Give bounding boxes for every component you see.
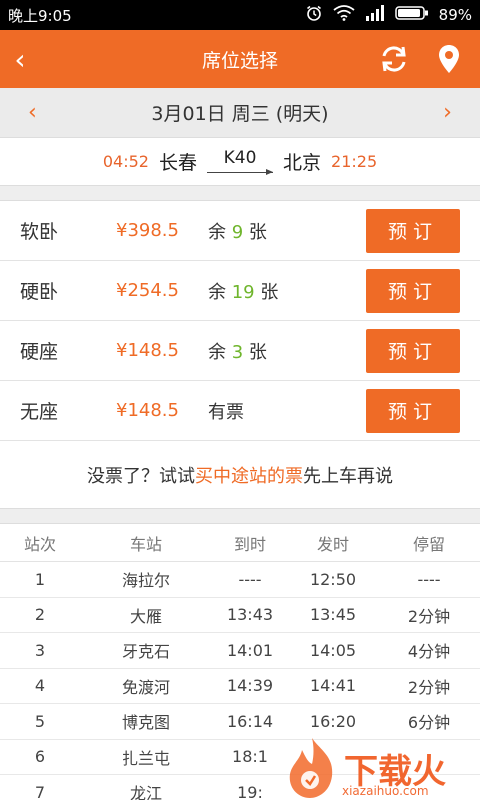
- seat-remaining: 余 3 张: [208, 341, 267, 363]
- app-bar: ‹ 席位选择: [0, 30, 480, 88]
- date-bar: ‹ 3月01日 周三 (明天) ›: [0, 88, 480, 138]
- seat-type: 硬座: [20, 341, 59, 363]
- seat-row-hard-sleeper: 硬卧 ¥254.5 余 19 张 预订: [0, 261, 480, 321]
- status-time: 晚上9:05: [8, 6, 72, 25]
- app-bar-actions: [378, 43, 480, 75]
- divider: [0, 509, 480, 523]
- header-stay: 停留: [412, 534, 445, 554]
- header-depart: 发时: [316, 534, 349, 554]
- battery-level: 89%: [438, 6, 472, 24]
- stop-table-header: 站次 车站 到时 发时 停留: [0, 524, 480, 562]
- train-number: K40: [207, 148, 273, 176]
- from-station: 长春: [158, 152, 197, 174]
- tip-text-before: 没票了？试试: [87, 465, 195, 487]
- train-summary: 04:52 长春 K40 北京 21:25: [0, 138, 480, 186]
- direction-arrow-icon: [207, 168, 273, 176]
- battery-icon: [394, 5, 429, 25]
- seat-row-standing: 无座 ¥148.5 有票 预订: [0, 381, 480, 441]
- alarm-icon: [305, 4, 323, 26]
- status-bar: 晚上9:05 89%: [0, 0, 480, 30]
- table-row: 4 免渡河 14:39 14:41 2分钟: [0, 669, 480, 704]
- signal-icon: [365, 5, 385, 25]
- seat-remaining: 余 19 张: [208, 281, 279, 303]
- status-icons: 89%: [305, 4, 472, 26]
- seat-price: ¥148.5: [116, 400, 179, 421]
- seat-remaining: 有票: [208, 401, 244, 423]
- table-row: 3 牙克石 14:01 14:05 4分钟: [0, 633, 480, 669]
- stop-table: 站次 车站 到时 发时 停留 1 海拉尔 ---- 12:50 ---- 2 大雁 13:4…: [0, 523, 480, 800]
- train-code: K40: [223, 147, 257, 168]
- book-button[interactable]: 预订: [366, 388, 460, 433]
- seat-list: 软卧 ¥398.5 余 9 张 预订 硬卧 ¥254.5 余 19 张 预订 硬…: [0, 200, 480, 441]
- table-row: 5 博克图 16:14 16:20 6分钟: [0, 704, 480, 740]
- header-arrive: 到时: [233, 534, 266, 554]
- next-day-icon[interactable]: ›: [443, 100, 452, 125]
- midway-ticket-link[interactable]: 买中途站的票: [195, 462, 303, 488]
- divider: [0, 186, 480, 200]
- book-button[interactable]: 预订: [366, 208, 460, 253]
- book-button[interactable]: 预订: [366, 268, 460, 313]
- arrive-time: 21:25: [331, 152, 378, 171]
- seat-row-hard-seat: 硬座 ¥148.5 余 3 张 预订: [0, 321, 480, 381]
- table-row: 7 龙江 19:: [0, 775, 480, 800]
- seat-type: 无座: [20, 401, 59, 423]
- table-row: 6 扎兰屯 18:1: [0, 740, 480, 775]
- refresh-icon[interactable]: [378, 43, 410, 75]
- seat-remaining: 余 9 张: [208, 221, 267, 243]
- to-station: 北京: [283, 152, 322, 174]
- seat-price: ¥148.5: [116, 340, 179, 361]
- back-icon[interactable]: ‹: [0, 43, 40, 76]
- prev-day-icon[interactable]: ‹: [28, 100, 37, 125]
- seat-type: 软卧: [20, 221, 59, 243]
- location-icon[interactable]: [438, 44, 460, 74]
- header-station: 车站: [129, 534, 162, 554]
- seat-type: 硬卧: [20, 281, 59, 303]
- depart-time: 04:52: [102, 152, 149, 171]
- tip-text-after: 先上车再说: [303, 465, 393, 487]
- travel-date[interactable]: 3月01日 周三 (明天): [151, 99, 328, 126]
- seat-row-soft-sleeper: 软卧 ¥398.5 余 9 张 预订: [0, 201, 480, 261]
- table-row: 2 大雁 13:43 13:45 2分钟: [0, 598, 480, 633]
- header-stop-no: 站次: [23, 534, 56, 554]
- seat-price: ¥398.5: [116, 220, 179, 241]
- seat-price: ¥254.5: [116, 280, 179, 301]
- midway-ticket-tip: 没票了？试试 买中途站的票 先上车再说: [0, 441, 480, 509]
- table-row: 1 海拉尔 ---- 12:50 ----: [0, 562, 480, 598]
- book-button[interactable]: 预订: [366, 328, 460, 373]
- wifi-icon: [333, 5, 355, 25]
